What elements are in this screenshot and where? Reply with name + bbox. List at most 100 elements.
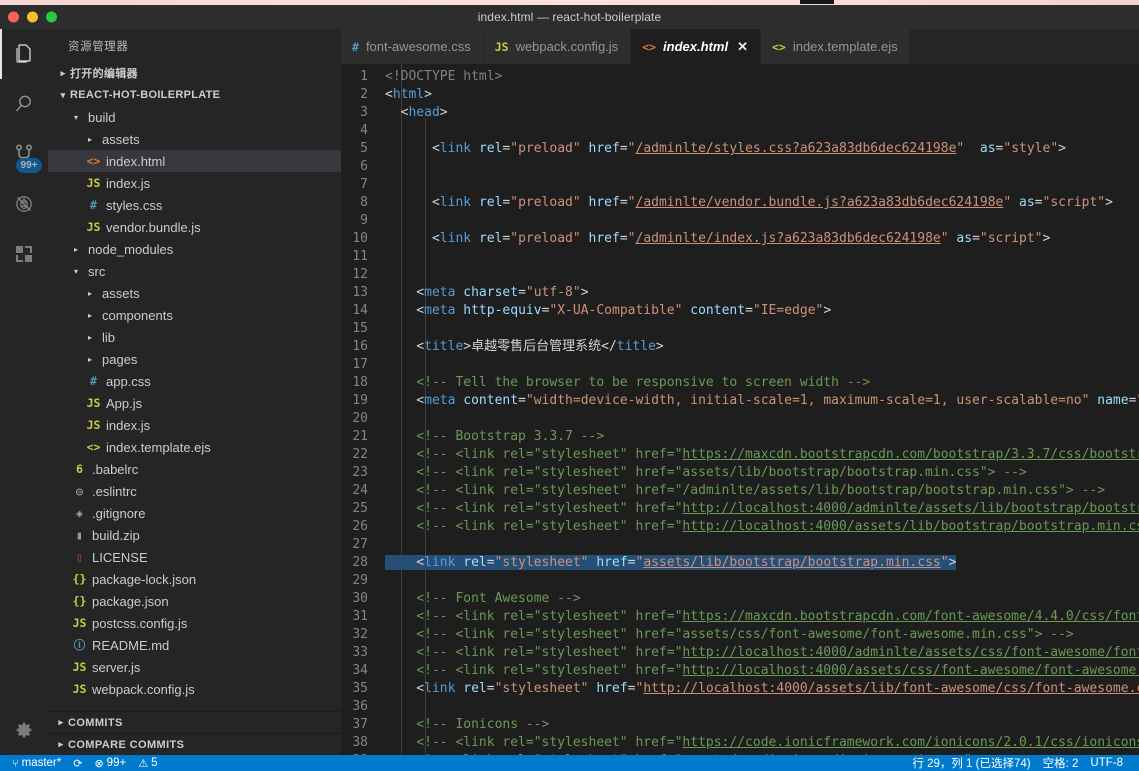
tree-file-README.md[interactable]: ⓘREADME.md	[48, 634, 341, 656]
code-line[interactable]: 34 <!-- <link rel="stylesheet" href="htt…	[341, 662, 1139, 680]
tree-folder-components[interactable]: components	[48, 304, 341, 326]
tree-file-postcss.config.js[interactable]: JSpostcss.config.js	[48, 612, 341, 634]
code-token: href	[596, 555, 627, 570]
code-line[interactable]: 10 <link rel="preload" href="/adminlte/i…	[341, 230, 1139, 248]
tree-file-package-lock.json[interactable]: {}package-lock.json	[48, 568, 341, 590]
close-window-button[interactable]	[8, 12, 19, 23]
code-line[interactable]: 13 <meta charset="utf-8">	[341, 284, 1139, 302]
code-line[interactable]: 27	[341, 536, 1139, 554]
section-commits[interactable]: COMMITS	[48, 711, 341, 733]
tree-file-LICENSE[interactable]: ▯LICENSE	[48, 546, 341, 568]
tree-folder-assets[interactable]: assets	[48, 128, 341, 150]
tree-file-package.json[interactable]: {}package.json	[48, 590, 341, 612]
code-line[interactable]: 16 <title>卓越零售后台管理系统</title>	[341, 338, 1139, 356]
tree-file-vendor.bundle.js[interactable]: JSvendor.bundle.js	[48, 216, 341, 238]
code-line[interactable]: 17	[341, 356, 1139, 374]
code-line[interactable]: 20	[341, 410, 1139, 428]
tree-folder-pages[interactable]: pages	[48, 348, 341, 370]
status-encoding[interactable]: UTF-8	[1084, 757, 1129, 769]
code-line[interactable]: 6	[341, 158, 1139, 176]
tab-index.html[interactable]: <>index.html✕	[631, 29, 761, 64]
code-line[interactable]: 3 <head>	[341, 104, 1139, 122]
code-line[interactable]: 23 <!-- <link rel="stylesheet" href="ass…	[341, 464, 1139, 482]
code-line[interactable]: 33 <!-- <link rel="stylesheet" href="htt…	[341, 644, 1139, 662]
section-project-root[interactable]: REACT-HOT-BOILERPLATE	[48, 84, 341, 106]
activity-search[interactable]	[0, 79, 48, 129]
tree-folder-lib[interactable]: lib	[48, 326, 341, 348]
code-line[interactable]: 11	[341, 248, 1139, 266]
tree-file-build.zip[interactable]: ▮build.zip	[48, 524, 341, 546]
activity-source-control[interactable]: 99+	[0, 129, 48, 179]
code-line[interactable]: 12	[341, 266, 1139, 284]
code-line[interactable]: 2<html>	[341, 86, 1139, 104]
tree-file-index.js[interactable]: JSindex.js	[48, 172, 341, 194]
code-line[interactable]: 25 <!-- <link rel="stylesheet" href="htt…	[341, 500, 1139, 518]
code-line[interactable]: 18 <!-- Tell the browser to be responsiv…	[341, 374, 1139, 392]
status-branch[interactable]: ⑂master*	[6, 757, 67, 770]
tab-font-awesome.css[interactable]: #font-awesome.css	[341, 29, 484, 64]
tree-folder-node_modules[interactable]: node_modules	[48, 238, 341, 260]
code-token: http://localhost:4000/adminlte/assets/li…	[682, 501, 1139, 516]
tree-file-App.js[interactable]: JSApp.js	[48, 392, 341, 414]
code-line[interactable]: 14 <meta http-equiv="X-UA-Compatible" co…	[341, 302, 1139, 320]
code-line[interactable]: 8 <link rel="preload" href="/adminlte/ve…	[341, 194, 1139, 212]
status-cursor-position[interactable]: 行 29，列 1 (已选择74)	[906, 755, 1036, 771]
code-editor[interactable]: 1<!DOCTYPE html>2<html>3 <head>45 <link …	[341, 64, 1139, 755]
code-line[interactable]: 35 <link rel="stylesheet" href="http://l…	[341, 680, 1139, 698]
tab-webpack.config.js[interactable]: JSwebpack.config.js	[484, 29, 631, 64]
status-warnings[interactable]: ⚠5	[132, 757, 163, 770]
tree-file-.babelrc[interactable]: 6.babelrc	[48, 458, 341, 480]
section-open-editors[interactable]: 打开的编辑器	[48, 62, 341, 84]
code-line[interactable]: 38 <!-- <link rel="stylesheet" href="htt…	[341, 734, 1139, 752]
code-token: >	[949, 555, 957, 570]
maximize-window-button[interactable]	[46, 12, 57, 23]
tree-folder-assets[interactable]: assets	[48, 282, 341, 304]
chevron-right-icon	[84, 289, 96, 298]
tree-file-index.template.ejs[interactable]: <>index.template.ejs	[48, 436, 341, 458]
tree-file-index.js[interactable]: JSindex.js	[48, 414, 341, 436]
code-line[interactable]: 5 <link rel="preload" href="/adminlte/st…	[341, 140, 1139, 158]
code-line[interactable]: 24 <!-- <link rel="stylesheet" href="/ad…	[341, 482, 1139, 500]
tab-index.template.ejs[interactable]: <>index.template.ejs	[761, 29, 911, 64]
code-token: http://localhost:4000/assets/css/font-aw…	[682, 663, 1139, 678]
line-number: 25	[341, 500, 385, 518]
tree-file-.eslintrc[interactable]: ◎.eslintrc	[48, 480, 341, 502]
tree-file-styles.css[interactable]: #styles.css	[48, 194, 341, 216]
code-line[interactable]: 4	[341, 122, 1139, 140]
status-sync[interactable]: ⟳	[67, 757, 88, 770]
code-line[interactable]: 30 <!-- Font Awesome -->	[341, 590, 1139, 608]
window-controls[interactable]	[8, 12, 57, 23]
code-line[interactable]: 26 <!-- <link rel="stylesheet" href="htt…	[341, 518, 1139, 536]
source-control-badge: 99+	[16, 158, 42, 173]
tree-file-webpack.config.js[interactable]: JSwebpack.config.js	[48, 678, 341, 700]
minimize-window-button[interactable]	[27, 12, 38, 23]
code-line[interactable]: 32 <!-- <link rel="stylesheet" href="ass…	[341, 626, 1139, 644]
code-line[interactable]: 29	[341, 572, 1139, 590]
code-line[interactable]: 37 <!-- Ionicons -->	[341, 716, 1139, 734]
close-icon[interactable]: ✕	[737, 39, 748, 55]
activity-extensions[interactable]	[0, 229, 48, 279]
section-compare-commits[interactable]: COMPARE COMMITS	[48, 733, 341, 755]
tree-folder-src[interactable]: src	[48, 260, 341, 282]
tree-file-.gitignore[interactable]: ◈.gitignore	[48, 502, 341, 524]
code-line[interactable]: 9	[341, 212, 1139, 230]
code-line[interactable]: 31 <!-- <link rel="stylesheet" href="htt…	[341, 608, 1139, 626]
code-line[interactable]: 19 <meta content="width=device-width, in…	[341, 392, 1139, 410]
code-line[interactable]: 22 <!-- <link rel="stylesheet" href="htt…	[341, 446, 1139, 464]
activity-explorer[interactable]	[0, 29, 48, 79]
tree-file-index.html[interactable]: <>index.html	[48, 150, 341, 172]
tree-file-app.css[interactable]: #app.css	[48, 370, 341, 392]
code-line[interactable]: 1<!DOCTYPE html>	[341, 68, 1139, 86]
code-line[interactable]: 21 <!-- Bootstrap 3.3.7 -->	[341, 428, 1139, 446]
status-errors[interactable]: ⊗99+	[88, 757, 132, 770]
tree-file-server.js[interactable]: JSserver.js	[48, 656, 341, 678]
activity-debug[interactable]	[0, 179, 48, 229]
code-line[interactable]: 28 <link rel="stylesheet" href="assets/l…	[341, 554, 1139, 572]
code-line[interactable]: 15	[341, 320, 1139, 338]
tree-folder-build[interactable]: build	[48, 106, 341, 128]
code-line[interactable]: 7	[341, 176, 1139, 194]
line-number: 31	[341, 608, 385, 626]
status-indentation[interactable]: 空格: 2	[1037, 755, 1085, 771]
activity-manage-settings[interactable]	[0, 705, 48, 755]
code-line[interactable]: 36	[341, 698, 1139, 716]
